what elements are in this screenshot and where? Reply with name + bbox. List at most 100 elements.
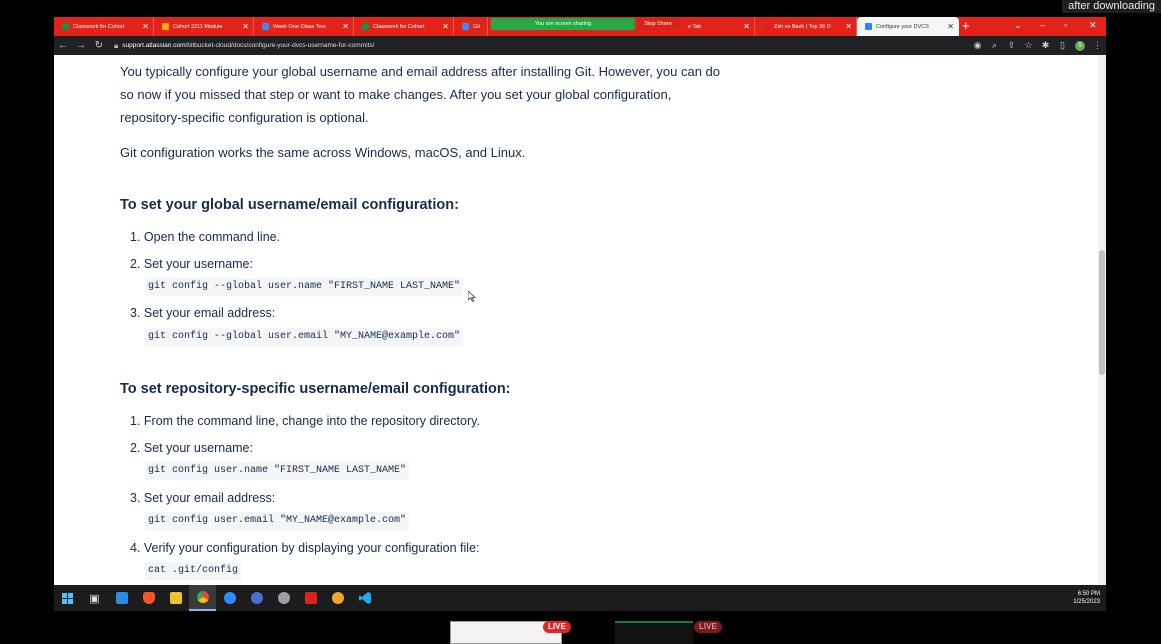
repo-username-code[interactable]: git config user.name "FIRST_NAME LAST_NA… bbox=[145, 462, 410, 480]
tab-week-one[interactable]: Week One Class Two ✕ bbox=[254, 17, 354, 36]
task-view-icon[interactable]: ▣ bbox=[81, 585, 108, 611]
tab-search-icon[interactable]: ⌄ bbox=[1014, 18, 1022, 32]
taskbar-chrome-profile[interactable] bbox=[243, 585, 270, 611]
system-clock[interactable]: 6:50 PM 1/25/2023 bbox=[1073, 590, 1100, 606]
tab-classwork-1[interactable]: Classwork for Cohort ✕ bbox=[54, 17, 154, 36]
tab-label: Cohort 2211 Module bbox=[173, 23, 223, 30]
tab-label: Week One Class Two bbox=[273, 23, 326, 30]
stop-share-label: Stop Share bbox=[644, 21, 672, 27]
close-window-icon[interactable]: ✕ bbox=[1089, 18, 1097, 32]
platforms-paragraph: Git configuration works the same across … bbox=[120, 145, 526, 160]
brave-icon bbox=[142, 592, 155, 604]
stop-share-button[interactable]: Stop Share bbox=[637, 18, 679, 30]
tab-label: Classwork for Cohort bbox=[373, 23, 425, 30]
repo-email-code[interactable]: git config user.email "MY_NAME@example.c… bbox=[145, 512, 410, 530]
close-icon[interactable]: ✕ bbox=[142, 22, 149, 31]
forward-icon[interactable]: → bbox=[72, 40, 90, 51]
close-icon[interactable]: ✕ bbox=[743, 22, 750, 31]
clock-time: 6:50 PM bbox=[1077, 591, 1100, 597]
taskbar-acrobat[interactable] bbox=[297, 585, 324, 611]
side-panel-icon[interactable]: ▯ bbox=[1054, 40, 1071, 51]
tab-zsh-vs-bash[interactable]: Zsh vs Bash | Top 36 D ✕ bbox=[755, 17, 857, 36]
repo-step-1: 1. From the command line, change into th… bbox=[130, 414, 480, 428]
tab-label: e Tab bbox=[688, 23, 702, 30]
repo-step-3: 3. Set your email address: bbox=[130, 491, 276, 505]
tab-cohort-module[interactable]: Cohort 2211 Module ✕ bbox=[154, 17, 254, 36]
zoom-icon[interactable]: ⌕ bbox=[986, 40, 1003, 51]
global-email-code[interactable]: git config --global user.email "MY_NAME@… bbox=[145, 328, 464, 346]
windows-logo-icon bbox=[62, 592, 73, 604]
close-icon[interactable]: ✕ bbox=[845, 22, 852, 31]
url-path: /bitbucket-cloud/docs/configure-your-dvc… bbox=[185, 42, 375, 49]
zoom-app-icon bbox=[223, 592, 236, 604]
vscode-icon bbox=[358, 592, 371, 604]
shared-screen: Classwork for Cohort ✕ Cohort 2211 Modul… bbox=[54, 17, 1106, 611]
scrollbar-thumb[interactable] bbox=[1099, 250, 1105, 375]
close-icon[interactable]: ✕ bbox=[242, 22, 249, 31]
atlassian-icon bbox=[865, 23, 872, 30]
taskbar-paint[interactable] bbox=[324, 585, 351, 611]
screen-sharing-banner: You are screen sharing bbox=[491, 18, 635, 30]
lock-icon[interactable]: 🔒︎ bbox=[114, 41, 118, 51]
taskbar-zoom[interactable] bbox=[216, 585, 243, 611]
chrome-profile-icon bbox=[250, 592, 263, 604]
second-stream-thumbnail bbox=[615, 621, 693, 644]
live-badge-secondary: LIVE bbox=[694, 621, 722, 633]
tab-label: Classwork for Cohort bbox=[73, 23, 125, 30]
taskbar-store[interactable] bbox=[108, 585, 135, 611]
share-icon[interactable]: ⇪ bbox=[1003, 40, 1020, 51]
tab-git[interactable]: Git bbox=[454, 17, 488, 36]
gear-icon bbox=[277, 592, 290, 604]
start-button[interactable] bbox=[54, 585, 81, 611]
global-step-1: 1. Open the command line. bbox=[130, 230, 281, 244]
taskbar-brave[interactable] bbox=[135, 585, 162, 611]
tab-classwork-2[interactable]: Classwork for Cohort ✕ bbox=[354, 17, 454, 36]
tab-label: Git bbox=[473, 23, 481, 30]
classroom-icon bbox=[62, 23, 69, 30]
docs-icon bbox=[462, 23, 469, 30]
classroom-icon bbox=[362, 23, 369, 30]
acrobat-icon bbox=[304, 592, 317, 604]
paint-icon bbox=[331, 592, 344, 604]
maximize-icon[interactable]: ▫ bbox=[1064, 18, 1067, 32]
page-scrollbar[interactable] bbox=[1098, 55, 1106, 585]
article-page: You typically configure your global user… bbox=[54, 55, 1098, 585]
caption-overlay: after downloading bbox=[1062, 0, 1161, 13]
taskbar-settings[interactable] bbox=[270, 585, 297, 611]
tab-label: Configure your DVCS bbox=[876, 23, 929, 30]
close-icon[interactable]: ✕ bbox=[442, 22, 449, 31]
minimize-icon[interactable]: – bbox=[1040, 18, 1045, 32]
tab-configure-dvcs[interactable]: Configure your DVCS ✕ bbox=[857, 17, 959, 36]
new-tab-button[interactable]: + bbox=[962, 19, 970, 33]
reload-icon[interactable]: ↻ bbox=[90, 40, 108, 51]
clock-date: 1/25/2023 bbox=[1073, 599, 1100, 605]
share-banner-text: You are screen sharing bbox=[534, 21, 592, 27]
taskbar-explorer[interactable] bbox=[162, 585, 189, 611]
global-step-2: 2. Set your username: bbox=[130, 257, 253, 271]
mouse-cursor-icon bbox=[468, 291, 476, 302]
extensions-icon[interactable]: ✱ bbox=[1037, 40, 1054, 51]
windows-taskbar: ▣ 6:50 PM 1/25/2023 bbox=[54, 585, 1106, 611]
profile-avatar[interactable]: S bbox=[1075, 40, 1085, 51]
url-host: support.atlassian.com bbox=[122, 42, 186, 49]
store-icon bbox=[115, 592, 128, 604]
repo-step-2: 2. Set your username: bbox=[130, 441, 253, 455]
global-step-3: 3. Set your email address: bbox=[130, 306, 276, 320]
taskbar-chrome[interactable] bbox=[189, 585, 216, 611]
back-icon[interactable]: ← bbox=[54, 40, 72, 51]
address-bar[interactable]: support.atlassian.com/bitbucket-cloud/do… bbox=[122, 42, 969, 49]
bookmark-star-icon[interactable]: ☆ bbox=[1020, 40, 1037, 51]
global-config-heading: To set your global username/email config… bbox=[120, 197, 459, 213]
repo-config-file-code[interactable]: cat .git/config bbox=[145, 562, 242, 580]
folder-icon bbox=[169, 592, 182, 604]
close-icon[interactable]: ✕ bbox=[342, 22, 349, 31]
menu-kebab-icon[interactable]: ⋮ bbox=[1089, 40, 1106, 51]
address-toolbar: ← → ↻ 🔒︎ support.atlassian.com/bitbucket… bbox=[54, 36, 1106, 55]
live-badge: LIVE bbox=[543, 621, 571, 633]
taskbar-vscode[interactable] bbox=[351, 585, 378, 611]
google-lens-icon[interactable]: ◉ bbox=[969, 40, 986, 51]
global-username-code[interactable]: git config --global user.name "FIRST_NAM… bbox=[145, 278, 464, 296]
close-icon[interactable]: ✕ bbox=[947, 22, 954, 31]
chrome-icon bbox=[196, 591, 209, 603]
slides-icon bbox=[162, 23, 169, 30]
